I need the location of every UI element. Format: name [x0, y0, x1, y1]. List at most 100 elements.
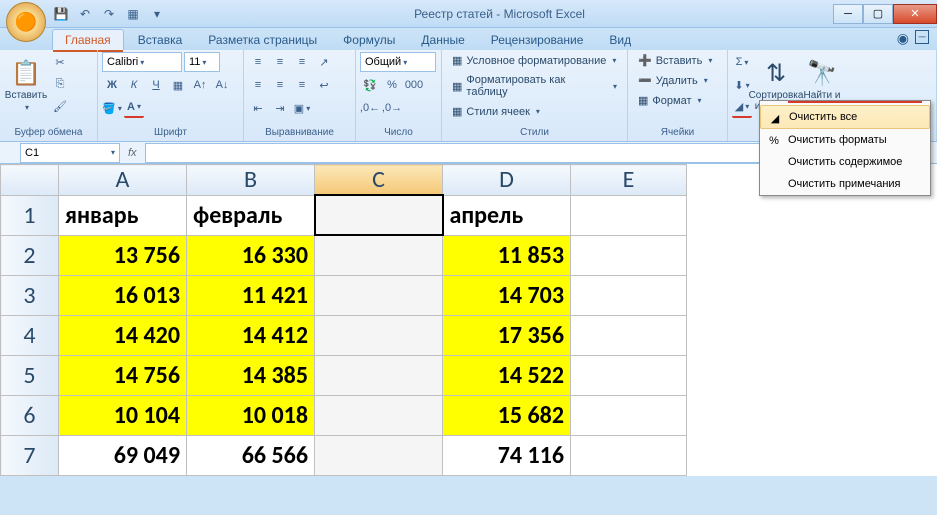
- align-middle-icon[interactable]: ≡: [270, 52, 290, 72]
- merge-cells-icon[interactable]: ▣▾: [292, 98, 312, 118]
- col-header-e[interactable]: E: [571, 165, 687, 196]
- cell-d3[interactable]: 14 703: [443, 275, 571, 315]
- row-header-5[interactable]: 5: [1, 355, 59, 395]
- increase-indent-icon[interactable]: ⇥: [270, 98, 290, 118]
- align-bottom-icon[interactable]: ≡: [292, 52, 312, 72]
- cell-a6[interactable]: 10 104: [59, 395, 187, 435]
- tab-page-layout[interactable]: Разметка страницы: [196, 30, 329, 50]
- cell-b4[interactable]: 14 412: [187, 315, 315, 355]
- autosum-icon[interactable]: Σ▾: [732, 52, 752, 72]
- row-header-4[interactable]: 4: [1, 315, 59, 355]
- cell-c3[interactable]: [315, 275, 443, 315]
- col-header-c[interactable]: C: [315, 165, 443, 196]
- cell-a1[interactable]: январь: [59, 195, 187, 235]
- border-button[interactable]: ▦: [168, 75, 188, 95]
- tab-formulas[interactable]: Формулы: [331, 30, 407, 50]
- cell-d6[interactable]: 15 682: [443, 395, 571, 435]
- qat-dropdown-icon[interactable]: ▾: [148, 5, 166, 23]
- cell-c1[interactable]: [315, 195, 443, 235]
- cell-e3[interactable]: [571, 275, 687, 315]
- format-as-table-button[interactable]: ▦Форматировать как таблицу▾: [446, 72, 623, 100]
- increase-decimal-icon[interactable]: ,0←: [360, 98, 380, 118]
- insert-cells-button[interactable]: ➕Вставить▾: [632, 52, 718, 69]
- cell-b1[interactable]: февраль: [187, 195, 315, 235]
- clear-comments-item[interactable]: Очистить примечания: [760, 173, 930, 195]
- bold-button[interactable]: Ж: [102, 75, 122, 95]
- cell-a2[interactable]: 13 756: [59, 235, 187, 275]
- cell-d5[interactable]: 14 522: [443, 355, 571, 395]
- cell-a4[interactable]: 14 420: [59, 315, 187, 355]
- close-button[interactable]: ✕: [893, 4, 937, 24]
- cell-d4[interactable]: 17 356: [443, 315, 571, 355]
- tab-review[interactable]: Рецензирование: [479, 30, 596, 50]
- clear-all-item[interactable]: ◢ Очистить все: [760, 105, 930, 129]
- font-size-combo[interactable]: 11▾: [184, 52, 220, 72]
- office-button[interactable]: 🟠: [6, 2, 46, 42]
- underline-button[interactable]: Ч: [146, 75, 166, 95]
- name-box[interactable]: C1▾: [20, 143, 120, 163]
- cell-c7[interactable]: [315, 435, 443, 475]
- orientation-icon[interactable]: ↗: [314, 52, 334, 72]
- cell-d2[interactable]: 11 853: [443, 235, 571, 275]
- cell-e5[interactable]: [571, 355, 687, 395]
- maximize-button[interactable]: ▢: [863, 4, 893, 24]
- cell-d7[interactable]: 74 116: [443, 435, 571, 475]
- select-all-corner[interactable]: [1, 165, 59, 196]
- fx-icon[interactable]: fx: [128, 147, 137, 159]
- clear-contents-item[interactable]: Очистить содержимое: [760, 151, 930, 173]
- cell-a3[interactable]: 16 013: [59, 275, 187, 315]
- cell-a5[interactable]: 14 756: [59, 355, 187, 395]
- cell-c4[interactable]: [315, 315, 443, 355]
- fill-color-button[interactable]: 🪣▾: [102, 98, 122, 118]
- cell-b3[interactable]: 11 421: [187, 275, 315, 315]
- help-icon[interactable]: ◉: [897, 30, 909, 47]
- cell-e7[interactable]: [571, 435, 687, 475]
- decrease-decimal-icon[interactable]: ,0→: [382, 98, 402, 118]
- copy-icon[interactable]: ⎘: [50, 74, 70, 94]
- col-header-b[interactable]: B: [187, 165, 315, 196]
- minimize-ribbon-icon[interactable]: ─: [915, 30, 929, 44]
- cell-c6[interactable]: [315, 395, 443, 435]
- currency-icon[interactable]: 💱: [360, 75, 380, 95]
- align-right-icon[interactable]: ≡: [292, 75, 312, 95]
- wrap-text-icon[interactable]: ↩: [314, 75, 334, 95]
- col-header-d[interactable]: D: [443, 165, 571, 196]
- cell-e1[interactable]: [571, 195, 687, 235]
- col-header-a[interactable]: A: [59, 165, 187, 196]
- cell-b2[interactable]: 16 330: [187, 235, 315, 275]
- conditional-format-button[interactable]: ▦Условное форматирование▾: [446, 52, 623, 69]
- delete-cells-button[interactable]: ➖Удалить▾: [632, 72, 718, 89]
- grow-font-icon[interactable]: A↑: [190, 75, 210, 95]
- font-name-combo[interactable]: Calibri▾: [102, 52, 182, 72]
- tab-view[interactable]: Вид: [597, 30, 643, 50]
- shrink-font-icon[interactable]: A↓: [212, 75, 232, 95]
- tab-home[interactable]: Главная: [52, 29, 124, 50]
- cell-b7[interactable]: 66 566: [187, 435, 315, 475]
- save-icon[interactable]: 💾: [52, 5, 70, 23]
- tab-insert[interactable]: Вставка: [126, 30, 195, 50]
- cell-a7[interactable]: 69 049: [59, 435, 187, 475]
- cell-c5[interactable]: [315, 355, 443, 395]
- italic-button[interactable]: К: [124, 75, 144, 95]
- cell-e6[interactable]: [571, 395, 687, 435]
- font-color-button[interactable]: A▾: [124, 98, 144, 118]
- row-header-3[interactable]: 3: [1, 275, 59, 315]
- align-top-icon[interactable]: ≡: [248, 52, 268, 72]
- row-header-1[interactable]: 1: [1, 195, 59, 235]
- qat-extra-icon[interactable]: ▦: [124, 5, 142, 23]
- percent-icon[interactable]: %: [382, 75, 402, 95]
- format-painter-icon[interactable]: 🖌: [50, 96, 70, 116]
- cell-b5[interactable]: 14 385: [187, 355, 315, 395]
- align-left-icon[interactable]: ≡: [248, 75, 268, 95]
- tab-data[interactable]: Данные: [409, 30, 476, 50]
- row-header-7[interactable]: 7: [1, 435, 59, 475]
- cell-d1[interactable]: апрель: [443, 195, 571, 235]
- cell-e4[interactable]: [571, 315, 687, 355]
- paste-button[interactable]: 📋 Вставить ▾: [4, 52, 48, 118]
- row-header-6[interactable]: 6: [1, 395, 59, 435]
- comma-icon[interactable]: 000: [404, 75, 424, 95]
- format-cells-button[interactable]: ▦Формат▾: [632, 92, 718, 109]
- row-header-2[interactable]: 2: [1, 235, 59, 275]
- undo-icon[interactable]: ↶: [76, 5, 94, 23]
- cell-styles-button[interactable]: ▦Стили ячеек▾: [446, 103, 623, 120]
